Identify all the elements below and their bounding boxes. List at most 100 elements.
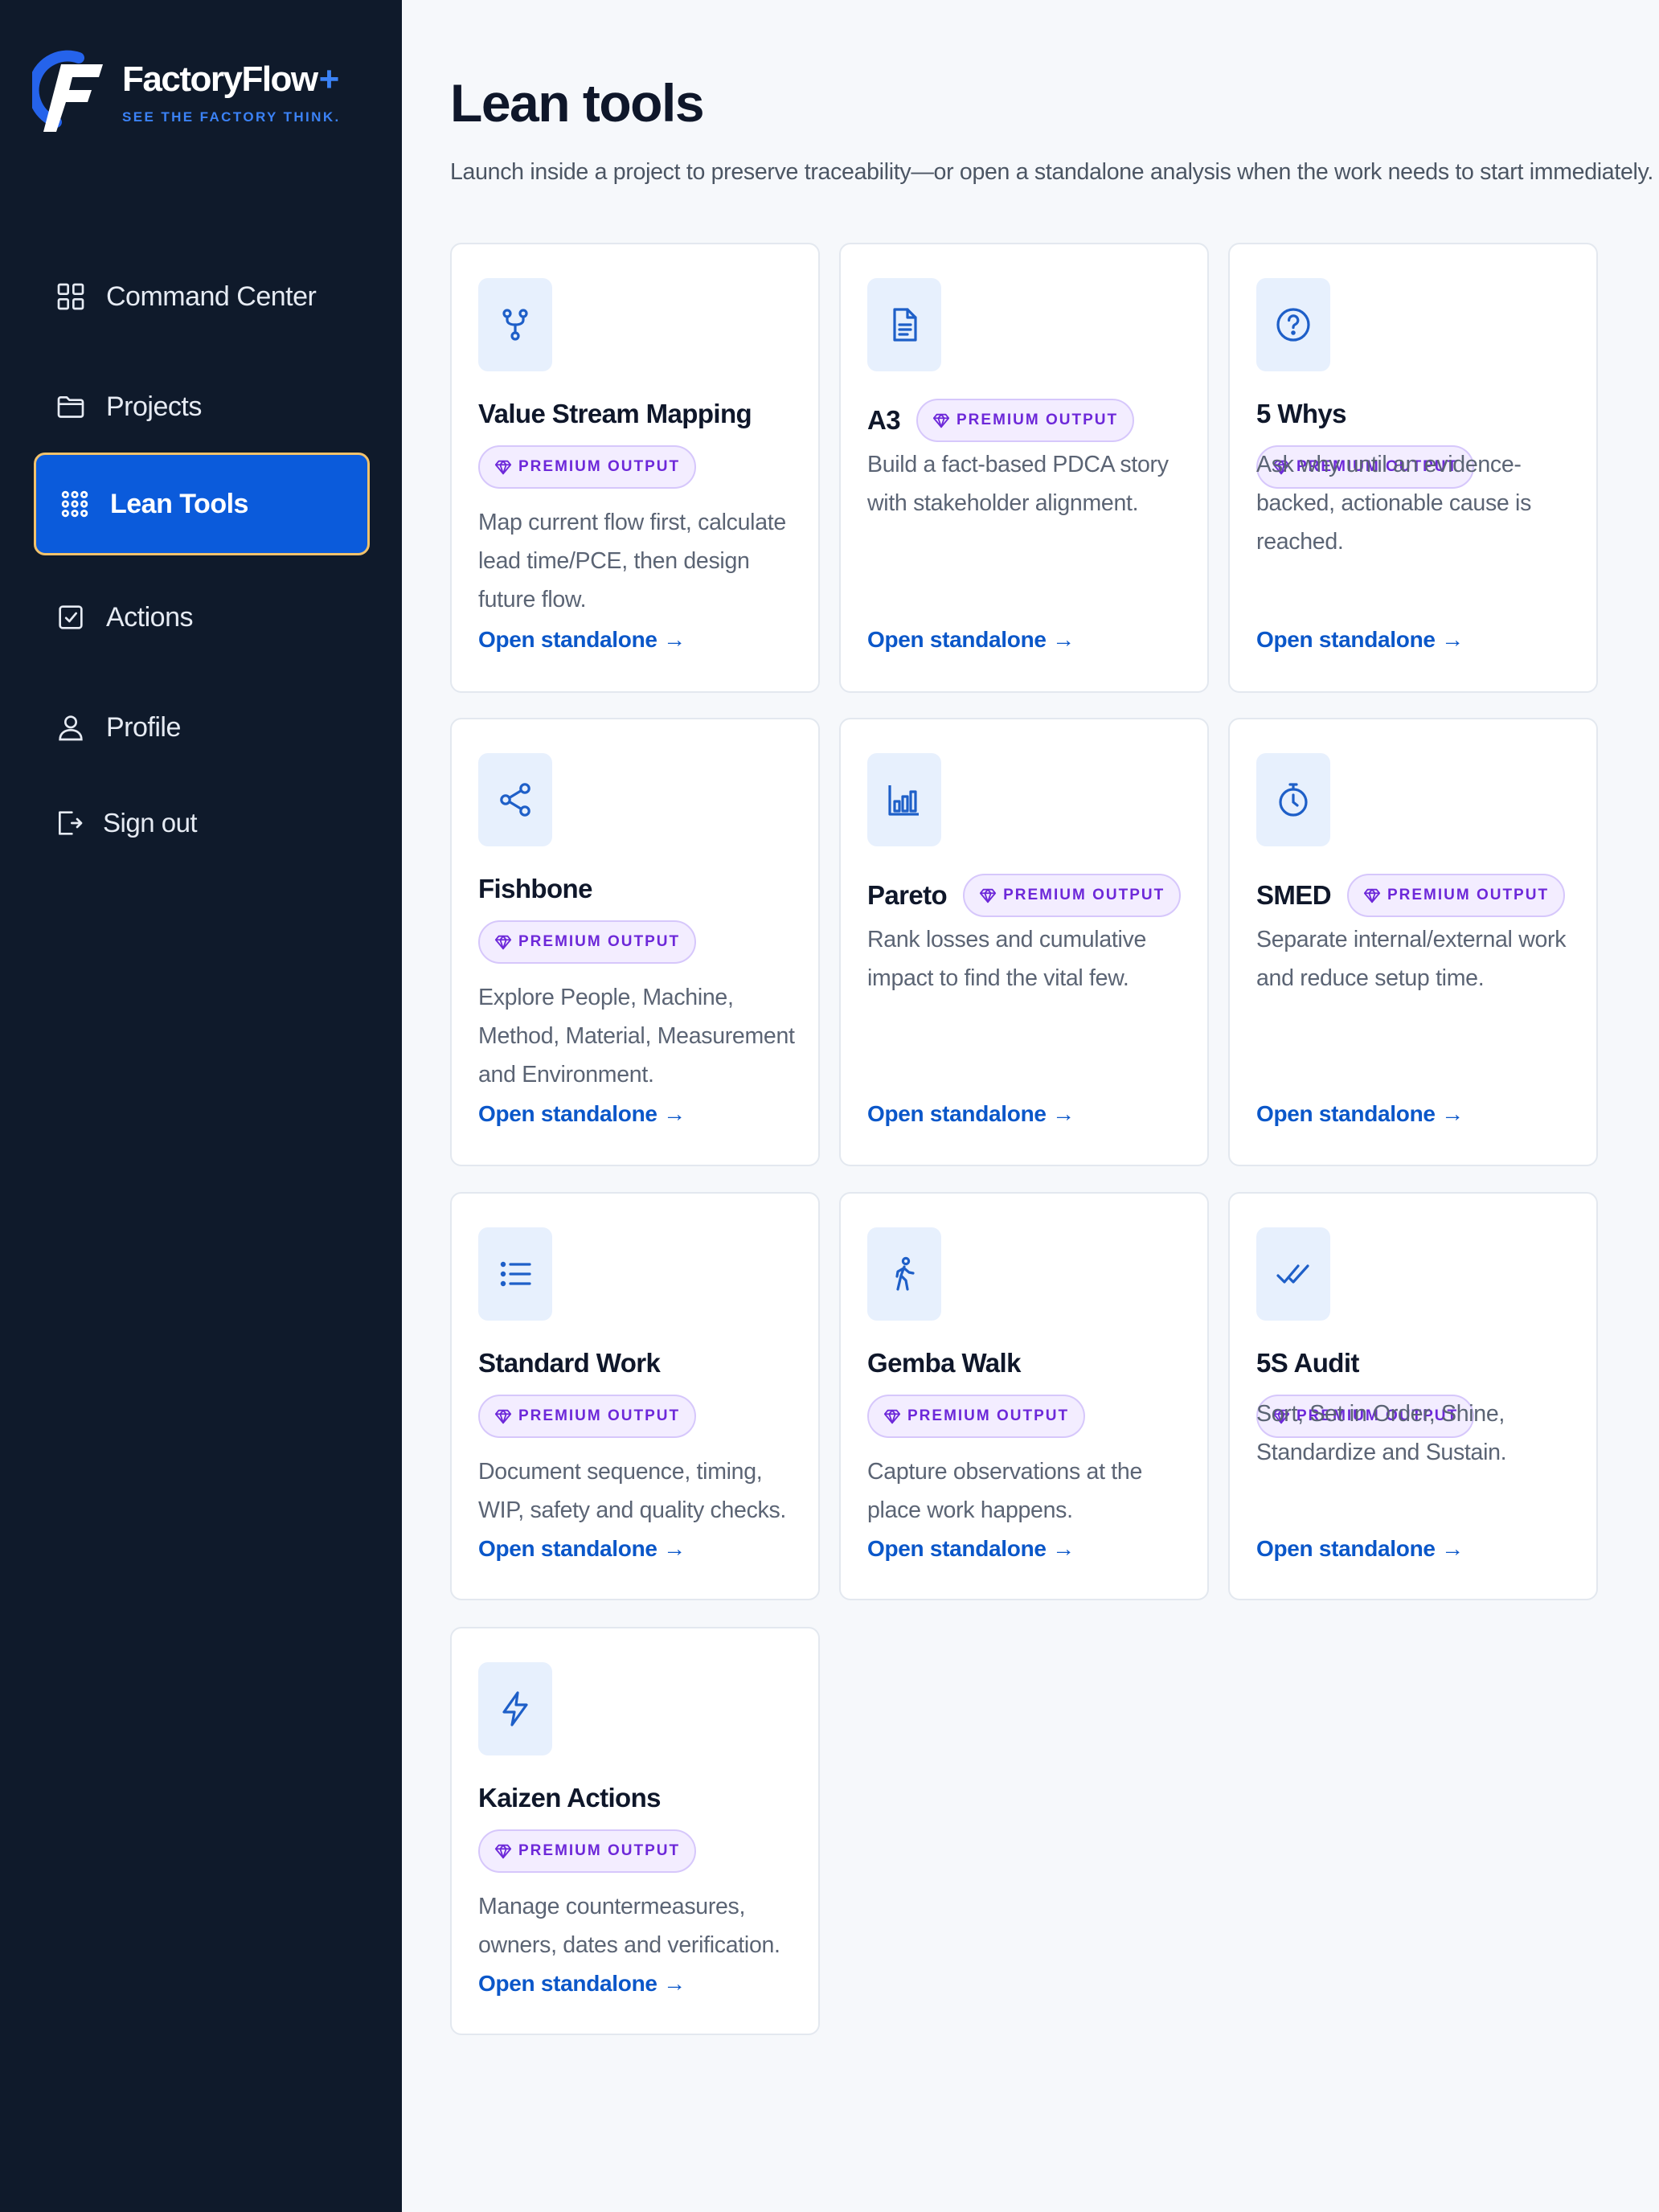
premium-badge-label: PREMIUM OUTPUT bbox=[956, 412, 1119, 428]
sign-out-button[interactable]: Sign out bbox=[32, 772, 368, 875]
tool-title: 5 Whys bbox=[1256, 399, 1347, 428]
sidebar-item-actions[interactable]: Actions bbox=[32, 566, 368, 669]
card-icon-box bbox=[867, 1227, 941, 1321]
premium-badge-label: PREMIUM OUTPUT bbox=[1387, 887, 1550, 903]
tool-description: Map current flow first, calculate lead t… bbox=[478, 510, 786, 612]
premium-badge-label: PREMIUM OUTPUT bbox=[518, 933, 681, 950]
gem-icon bbox=[932, 413, 950, 428]
tool-title: Fishbone bbox=[478, 874, 592, 903]
card-icon-box bbox=[867, 278, 941, 371]
tool-title: SMED bbox=[1256, 880, 1332, 910]
tool-card-5s-audit[interactable]: 5S Audit PREMIUM OUTPUT Sort, Set in Ord… bbox=[1228, 1192, 1598, 1600]
page-subtitle: Launch inside a project to preserve trac… bbox=[450, 159, 1653, 185]
grid-icon bbox=[53, 279, 88, 314]
premium-badge: PREMIUM OUTPUT bbox=[916, 399, 1135, 442]
tool-description: Capture observations at the place work h… bbox=[867, 1459, 1143, 1523]
open-standalone-link[interactable]: Open standalone → bbox=[1256, 1536, 1464, 1562]
card-head: Standard Work PREMIUM OUTPUT bbox=[478, 1348, 802, 1438]
tool-card-fishbone[interactable]: Fishbone PREMIUM OUTPUT Explore People, … bbox=[450, 718, 820, 1166]
tool-description: Explore People, Machine, Method, Materia… bbox=[478, 985, 795, 1088]
tool-title: A3 bbox=[867, 405, 901, 435]
open-standalone-link[interactable]: Open standalone → bbox=[478, 1101, 686, 1127]
card-icon-box bbox=[478, 278, 552, 371]
open-standalone-link[interactable]: Open standalone → bbox=[867, 627, 1075, 653]
card-icon-box bbox=[1256, 753, 1330, 846]
tool-card-standard-work[interactable]: Standard Work PREMIUM OUTPUT Document se… bbox=[450, 1192, 820, 1600]
double-check-icon bbox=[1276, 1264, 1309, 1284]
premium-badge-label: PREMIUM OUTPUT bbox=[518, 1407, 681, 1424]
tool-description: Manage countermeasures, owners, dates an… bbox=[478, 1894, 780, 1958]
gem-icon bbox=[494, 935, 512, 950]
gem-icon bbox=[494, 1844, 512, 1859]
tool-description: Sort, Set in Order, Shine, Standardize a… bbox=[1256, 1401, 1507, 1465]
sidebar: FactoryFlow+ SEE THE FACTORY THINK. Comm… bbox=[0, 0, 402, 2212]
premium-badge: PREMIUM OUTPUT bbox=[478, 1395, 697, 1438]
sidebar-item-label: Sign out bbox=[103, 808, 198, 838]
gem-icon bbox=[1363, 888, 1381, 903]
checkbox-icon bbox=[53, 600, 88, 635]
premium-badge: PREMIUM OUTPUT bbox=[478, 920, 697, 964]
sidebar-item-label: Profile bbox=[106, 711, 181, 743]
open-standalone-link[interactable]: Open standalone → bbox=[478, 1536, 686, 1562]
user-icon bbox=[53, 710, 88, 745]
card-head: Value Stream Mapping PREMIUM OUTPUT bbox=[478, 399, 802, 489]
tool-card-pareto[interactable]: Pareto PREMIUM OUTPUT Rank losses and cu… bbox=[839, 718, 1209, 1166]
premium-badge: PREMIUM OUTPUT bbox=[478, 445, 697, 489]
tool-card-a3[interactable]: A3 PREMIUM OUTPUT Build a fact-based PDC… bbox=[839, 243, 1209, 693]
tool-card-kaizen-actions[interactable]: Kaizen Actions PREMIUM OUTPUT Manage cou… bbox=[450, 1627, 820, 2035]
open-standalone-link[interactable]: Open standalone → bbox=[1256, 1101, 1464, 1127]
card-icon-box bbox=[1256, 278, 1330, 371]
sidebar-item-label: Command Center bbox=[106, 281, 317, 312]
premium-badge-label: PREMIUM OUTPUT bbox=[518, 458, 681, 475]
card-icon-box bbox=[478, 1227, 552, 1321]
tool-card-gemba-walk[interactable]: Gemba Walk PREMIUM OUTPUT Capture observ… bbox=[839, 1192, 1209, 1600]
open-standalone-link[interactable]: Open standalone → bbox=[478, 627, 686, 653]
bar-chart-icon bbox=[888, 785, 919, 816]
premium-badge: PREMIUM OUTPUT bbox=[1346, 874, 1566, 917]
sidebar-item-command-center[interactable]: Command Center bbox=[32, 245, 368, 348]
document-icon bbox=[893, 308, 917, 342]
card-head: A3 PREMIUM OUTPUT bbox=[867, 399, 1191, 442]
open-standalone-link[interactable]: Open standalone → bbox=[478, 1971, 686, 1997]
card-head: Kaizen Actions PREMIUM OUTPUT bbox=[478, 1783, 802, 1873]
sidebar-item-profile[interactable]: Profile bbox=[32, 676, 368, 779]
share-icon bbox=[500, 783, 530, 817]
sidebar-item-label: Projects bbox=[106, 391, 202, 422]
open-standalone-link[interactable]: Open standalone → bbox=[867, 1536, 1075, 1562]
card-icon-box bbox=[478, 753, 552, 846]
card-icon-box bbox=[478, 1662, 552, 1755]
sidebar-item-label: Lean Tools bbox=[110, 488, 248, 519]
brand[interactable]: FactoryFlow+ SEE THE FACTORY THINK. bbox=[32, 48, 386, 145]
tool-card-5-whys[interactable]: 5 Whys PREMIUM OUTPUT Ask why until an e… bbox=[1228, 243, 1598, 693]
open-standalone-link[interactable]: Open standalone → bbox=[1256, 627, 1464, 653]
card-icon-box bbox=[1256, 1227, 1330, 1321]
tool-title: 5S Audit bbox=[1256, 1348, 1359, 1378]
premium-badge: PREMIUM OUTPUT bbox=[478, 1829, 697, 1873]
tool-title: Gemba Walk bbox=[867, 1348, 1021, 1378]
main-content: Lean tools Launch inside a project to pr… bbox=[450, 0, 1653, 2212]
lightning-icon bbox=[502, 1691, 528, 1727]
gem-icon bbox=[883, 1409, 901, 1424]
premium-badge-label: PREMIUM OUTPUT bbox=[518, 1842, 681, 1859]
tool-card-smed[interactable]: SMED PREMIUM OUTPUT Separate internal/ex… bbox=[1228, 718, 1598, 1166]
tool-title: Value Stream Mapping bbox=[478, 399, 752, 428]
brand-name: FactoryFlow+ bbox=[122, 59, 339, 99]
folder-icon bbox=[53, 389, 88, 424]
tool-title: Pareto bbox=[867, 880, 948, 910]
branch-icon bbox=[502, 309, 528, 341]
tool-card-value-stream-mapping[interactable]: Value Stream Mapping PREMIUM OUTPUT Map … bbox=[450, 243, 820, 693]
sidebar-item-projects[interactable]: Projects bbox=[32, 355, 368, 458]
tool-description: Document sequence, timing, WIP, safety a… bbox=[478, 1459, 787, 1523]
gem-icon bbox=[494, 1409, 512, 1424]
premium-badge: PREMIUM OUTPUT bbox=[963, 874, 1182, 917]
gem-icon bbox=[494, 460, 512, 475]
walking-icon bbox=[895, 1256, 915, 1291]
dots-grid-icon bbox=[57, 486, 92, 522]
open-standalone-link[interactable]: Open standalone → bbox=[867, 1101, 1075, 1127]
tool-description: Build a fact-based PDCA story with stake… bbox=[867, 452, 1169, 516]
premium-badge-label: PREMIUM OUTPUT bbox=[1003, 887, 1165, 903]
brand-tagline: SEE THE FACTORY THINK. bbox=[122, 109, 341, 125]
card-icon-box bbox=[867, 753, 941, 846]
sidebar-item-lean-tools[interactable]: Lean Tools bbox=[34, 453, 370, 555]
stopwatch-icon bbox=[1279, 783, 1308, 817]
